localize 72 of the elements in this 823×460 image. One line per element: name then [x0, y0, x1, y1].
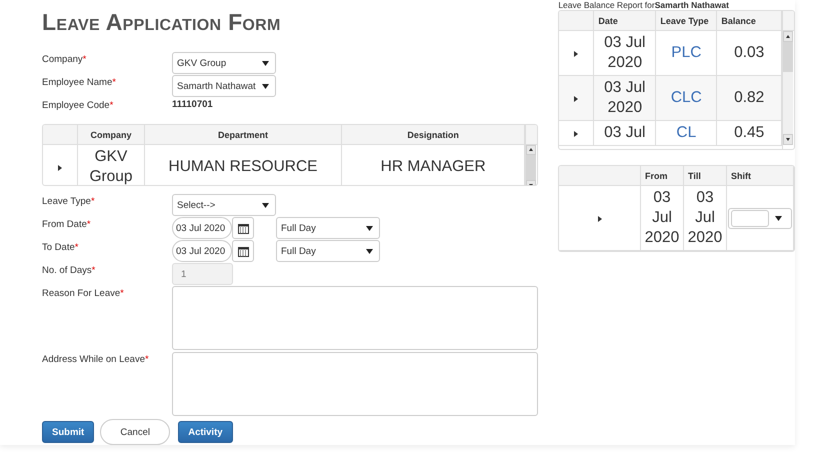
scroll-up-icon[interactable] — [529, 148, 534, 152]
field-label: No. of Days* — [42, 264, 96, 276]
leave-type-cell: CLC — [656, 76, 717, 120]
date-field[interactable]: 03 Jul 2020 — [172, 240, 232, 262]
scroll-down-icon[interactable] — [786, 138, 790, 141]
caret-icon — [262, 84, 269, 88]
required-mark: * — [86, 219, 91, 230]
scrollbar[interactable] — [783, 31, 793, 145]
column-header: Shift — [726, 166, 794, 186]
balance-cell: 0.82 — [716, 76, 782, 120]
date-cell: 03 Jul — [594, 120, 656, 146]
field-label: From Date* — [42, 218, 92, 230]
row-expander-icon[interactable] — [574, 51, 578, 57]
row-expander-icon[interactable] — [574, 96, 578, 102]
field-label: To Date* — [42, 241, 80, 253]
field-label: Reason For Leave* — [42, 287, 125, 299]
days-field: 1 — [172, 263, 233, 285]
column-header: Till — [683, 166, 726, 186]
caret-icon — [262, 202, 269, 208]
table-cell: 03 Jul 2020 — [640, 186, 684, 250]
dropdown[interactable]: Full Day — [276, 240, 380, 262]
calendar-icon — [238, 222, 248, 234]
column-header: Balance — [716, 11, 782, 30]
field-value: 11110701 — [172, 98, 213, 110]
field-label: Employee Code* — [42, 99, 114, 111]
leave-type-cell: CL — [656, 120, 717, 146]
column-header: Date — [594, 11, 656, 30]
caret-icon — [366, 226, 373, 230]
calendar-icon — [238, 246, 248, 256]
row-expander-icon[interactable] — [598, 216, 602, 222]
secondary-button[interactable]: Cancel — [100, 419, 170, 445]
required-mark: * — [144, 354, 149, 365]
field-label: Address While on Leave* — [42, 353, 150, 365]
primary-button[interactable]: Activity — [178, 421, 233, 443]
dropdown[interactable]: Full Day — [276, 217, 380, 239]
primary-button[interactable]: Submit — [42, 421, 94, 443]
dropdown[interactable]: Samarth Nathawat — [172, 75, 276, 97]
dropdown[interactable]: GKV Group — [172, 52, 276, 74]
report-caption: Leave Balance Report forSamarth Nathawat — [558, 0, 730, 10]
required-mark: * — [110, 100, 114, 111]
column-header: Department — [144, 125, 342, 144]
caret-icon — [775, 216, 782, 220]
column-header: From — [640, 166, 684, 186]
field-label: Employee Name* — [42, 76, 117, 88]
table-cell: 03 Jul 2020 — [683, 186, 726, 250]
row-expander-icon[interactable] — [58, 165, 62, 171]
required-mark: * — [92, 265, 96, 276]
field-label: Company* — [42, 53, 88, 65]
column-header: Leave Type — [656, 11, 717, 30]
required-mark: * — [112, 77, 116, 88]
caret-icon — [262, 60, 269, 66]
required-mark: * — [120, 288, 124, 299]
date-cell: 03 Jul 2020 — [594, 76, 656, 120]
required-mark: * — [74, 242, 78, 253]
scroll-up-icon[interactable] — [786, 35, 790, 38]
field-label: Leave Type* — [42, 195, 96, 207]
column-header: Designation — [342, 125, 525, 144]
row-expander-icon[interactable] — [574, 131, 578, 137]
table-cell: GKV Group — [78, 144, 144, 185]
page-title: Leave Application Form — [42, 9, 282, 36]
caret-icon — [366, 248, 373, 254]
required-mark: * — [90, 196, 95, 207]
table-cell: HUMAN RESOURCE — [144, 144, 342, 185]
dropdown[interactable]: Select--> — [172, 194, 276, 216]
date-field[interactable]: 03 Jul 2020 — [172, 217, 232, 239]
scrollbar[interactable] — [526, 145, 536, 185]
column-header: Company — [78, 125, 144, 144]
balance-cell: 0.45 — [716, 120, 782, 146]
calendar-button[interactable] — [232, 217, 254, 239]
table-cell: HR MANAGER — [342, 144, 525, 185]
calendar-button[interactable] — [232, 240, 254, 262]
required-mark: * — [82, 54, 86, 65]
